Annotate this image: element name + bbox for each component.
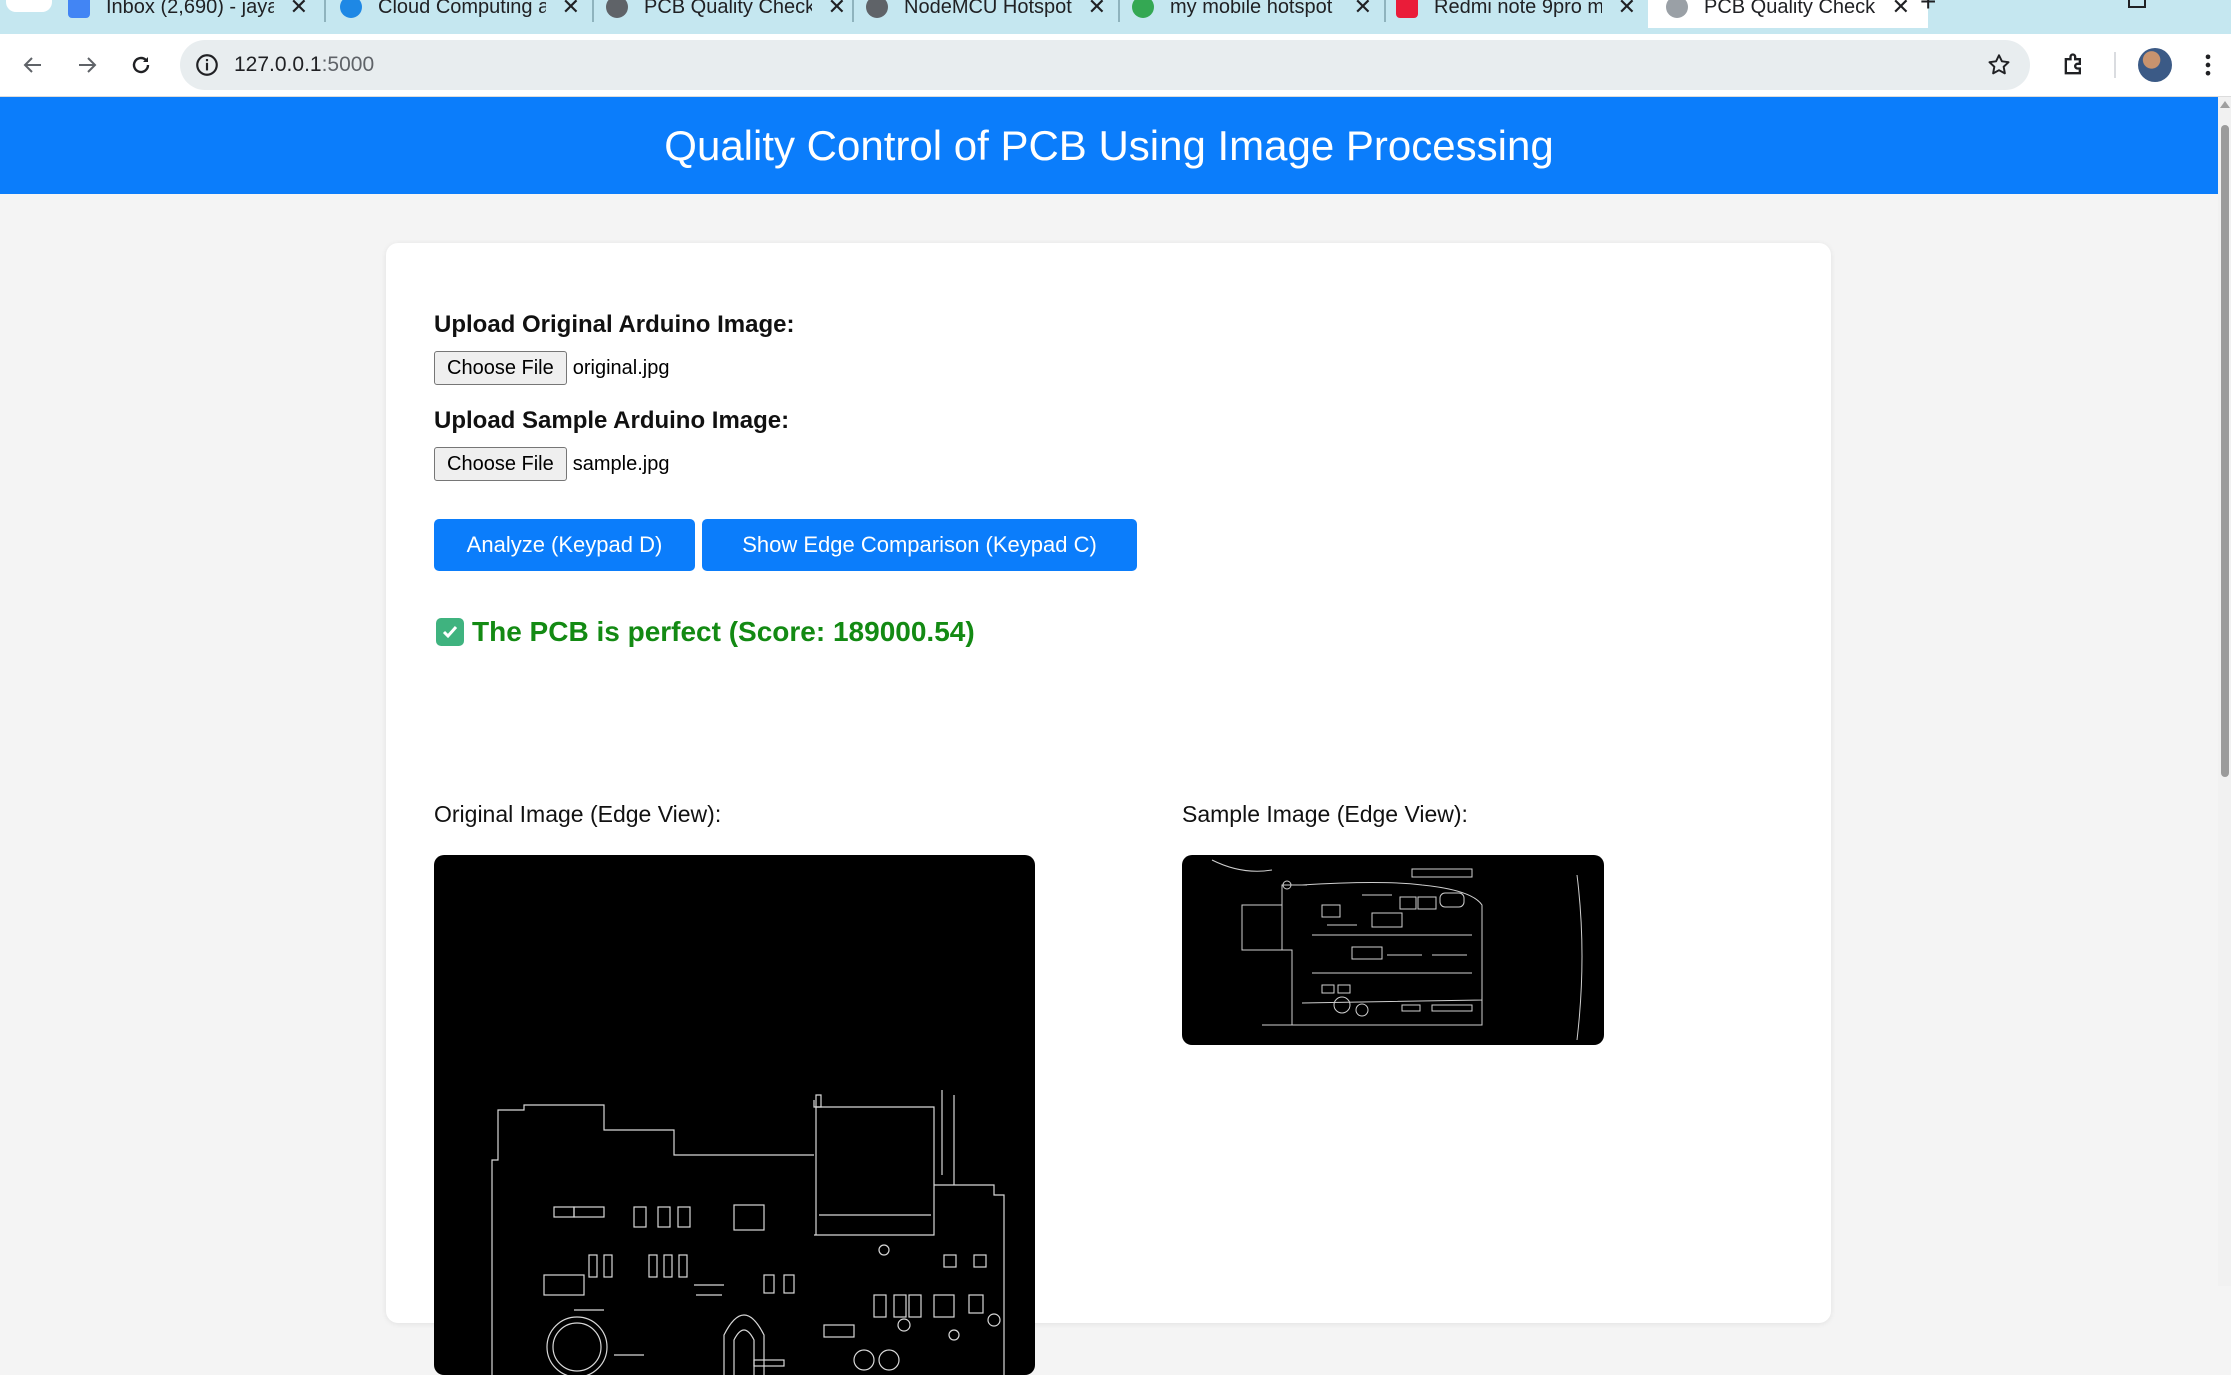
browser-tab[interactable]: PCB Quality Check F ✕: [606, 0, 846, 28]
url-port: :5000: [321, 53, 375, 76]
arrow-left-icon: [23, 57, 41, 73]
tab-divider: [1384, 0, 1386, 22]
page-title: Quality Control of PCB Using Image Proce…: [664, 121, 1554, 169]
site-header: Quality Control of PCB Using Image Proce…: [0, 97, 2218, 194]
tab-title: my mobile hotspot: [1170, 0, 1333, 18]
tab-divider: [324, 0, 326, 22]
web-page: Quality Control of PCB Using Image Proce…: [0, 97, 2218, 1375]
browser-tab[interactable]: NodeMCU Hotspot ✕: [866, 0, 1106, 28]
tab-title: NodeMCU Hotspot: [904, 0, 1072, 18]
result-message: The PCB is perfect (Score: 189000.54): [436, 616, 975, 648]
browser-tab[interactable]: Inbox (2,690) - jayaj ✕: [68, 0, 308, 28]
tab-title: Inbox (2,690) - jayaj: [106, 0, 274, 18]
globe-favicon-icon: [1666, 0, 1688, 18]
choose-original-file-button[interactable]: Choose File: [434, 351, 567, 385]
close-tab-icon[interactable]: ✕: [1354, 0, 1372, 20]
github-favicon-icon: [606, 0, 628, 18]
site-info-icon[interactable]: [194, 52, 220, 78]
toolbar-divider: [2114, 52, 2116, 78]
choose-sample-file-button[interactable]: Choose File: [434, 447, 567, 481]
analyze-button[interactable]: Analyze (Keypad D): [434, 519, 695, 571]
url-host: 127.0.0.1: [234, 53, 322, 76]
browser-toolbar: 127.0.0.1:5000: [0, 34, 2231, 97]
browser-tab-active[interactable]: PCB Quality Check ✕: [1648, 0, 1928, 28]
tab-divider: [592, 0, 594, 22]
check-mark-button-icon: [436, 618, 464, 646]
original-image-label: Original Image (Edge View):: [434, 801, 722, 827]
tab-title: PCB Quality Check F: [644, 0, 812, 18]
main-card: Upload Original Arduino Image: Choose Fi…: [386, 243, 1831, 1375]
sample-file-input[interactable]: Choose File sample.jpg: [434, 447, 669, 481]
address-bar[interactable]: 127.0.0.1:5000: [180, 40, 2030, 90]
more-vertical-icon[interactable]: [2198, 51, 2218, 79]
sample-file-name: sample.jpg: [572, 452, 670, 475]
sample-edge-image: [1182, 855, 1604, 1045]
gmail-favicon-icon: [68, 0, 90, 18]
forward-button[interactable]: [64, 42, 110, 88]
edge-comparison-button[interactable]: Show Edge Comparison (Keypad C): [702, 519, 1137, 571]
close-tab-icon[interactable]: ✕: [562, 0, 580, 20]
browser-tab[interactable]: Cloud Computing a ✕: [340, 0, 580, 28]
tab-divider: [852, 0, 854, 22]
reload-icon: [132, 56, 150, 74]
browser-tab[interactable]: Redmi note 9pro m ✕: [1396, 0, 1636, 28]
page-scrollbar[interactable]: [2218, 97, 2231, 1286]
tab-title: Redmi note 9pro m: [1434, 0, 1602, 18]
sample-upload-label: Upload Sample Arduino Image:: [434, 407, 790, 434]
bookmark-star-icon[interactable]: [1986, 52, 2012, 78]
original-upload-label: Upload Original Arduino Image:: [434, 311, 795, 338]
plus-icon[interactable]: +: [1920, 0, 1936, 18]
arrow-right-icon: [79, 57, 97, 73]
close-tab-icon[interactable]: ✕: [828, 0, 846, 20]
sample-image-label: Sample Image (Edge View):: [1182, 801, 1468, 827]
scrollbar-thumb[interactable]: [2221, 125, 2229, 777]
browser-tab[interactable]: my mobile hotspot ✕: [1132, 0, 1372, 28]
close-tab-icon[interactable]: ✕: [1618, 0, 1636, 20]
url-text[interactable]: 127.0.0.1:5000: [234, 53, 374, 77]
tab-search-button[interactable]: [6, 0, 52, 12]
extensions-puzzle-icon[interactable]: [2060, 51, 2088, 79]
skype-favicon-icon: [340, 0, 362, 18]
close-tab-icon[interactable]: ✕: [1892, 0, 1910, 20]
browser-tab-strip: Inbox (2,690) - jayaj ✕ Cloud Computing …: [0, 0, 2231, 34]
github-favicon-icon: [866, 0, 888, 18]
close-tab-icon[interactable]: ✕: [290, 0, 308, 20]
result-text: The PCB is perfect (Score: 189000.54): [472, 616, 975, 647]
reload-button[interactable]: [118, 42, 164, 88]
original-file-name: original.jpg: [572, 356, 670, 379]
profile-avatar[interactable]: [2138, 48, 2172, 82]
tab-title: Cloud Computing a: [378, 0, 546, 18]
close-tab-icon[interactable]: ✕: [1088, 0, 1106, 20]
maximize-window-icon[interactable]: [2128, 0, 2146, 8]
back-button[interactable]: [10, 42, 56, 88]
original-edge-image: [434, 855, 1035, 1375]
tab-title: PCB Quality Check: [1704, 0, 1876, 18]
scroll-up-icon[interactable]: [2220, 101, 2230, 108]
google-favicon-icon: [1132, 0, 1154, 18]
youtube-favicon-icon: [1396, 0, 1418, 18]
tab-divider: [1118, 0, 1120, 22]
original-file-input[interactable]: Choose File original.jpg: [434, 351, 669, 385]
